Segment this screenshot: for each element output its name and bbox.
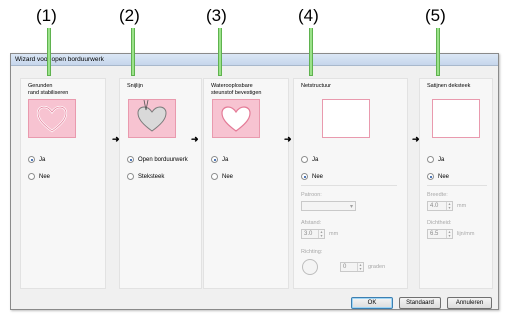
richting-label: Richting: [301,249,323,255]
standaard-button[interactable]: Standaard [399,297,441,309]
preview-image [28,99,76,138]
panel-net-structure: Netstructuur Ja Nee Patroon: ▾ Afstand: … [293,78,408,289]
arrow-right-icon: ➜ [191,134,199,144]
radio-button[interactable] [211,156,218,163]
panel-edge-stabilize: Gerunden rand stabiliseren Ja Nee [20,78,106,289]
radio-steksteek[interactable]: Steksteek [127,172,164,181]
panel-cut-line: Snijlijn Open borduurwerk Steksteek [119,78,202,289]
radio-button[interactable] [127,173,134,180]
preview-image [432,99,480,138]
panel-title: Waterooplosbare steunstof bevestigen [211,83,262,96]
direction-dial[interactable] [302,259,318,275]
callout-1: (1) [36,6,57,25]
radio-open-borduurwerk[interactable]: Open borduurwerk [127,155,188,164]
panel-title: Satijnen deksteek [427,83,471,89]
afstand-label: Afstand: [301,220,322,226]
preview-image [322,99,370,138]
callout-5: (5) [425,6,446,25]
radio-button[interactable] [211,173,218,180]
dichtheid-unit: lijn/mm [457,231,475,237]
radio-button[interactable] [301,173,308,180]
heart-icon [221,106,251,132]
chevron-down-icon: ▾ [349,204,353,210]
panel-water-soluble: Waterooplosbare steunstof bevestigen Ja … [203,78,289,289]
annuleren-button[interactable]: Annuleren [447,297,492,309]
callout-line [131,28,135,76]
richting-stepper[interactable]: 0 ▲ ▼ [340,262,364,272]
ok-button[interactable]: OK [351,297,393,309]
radio-ja[interactable]: Ja [211,155,228,164]
spin-arrows-icon[interactable]: ▲ ▼ [357,263,363,271]
spin-arrows-icon[interactable]: ▲ ▼ [446,202,452,210]
heart-icon [36,105,68,133]
afstand-unit: mm [329,231,339,237]
dichtheid-label: Dichtheid: [427,220,452,226]
callout-line [47,28,51,76]
afstand-stepper[interactable]: 3.0 ▲ ▼ [301,229,325,239]
radio-button[interactable] [427,173,434,180]
callout-line [309,28,313,76]
patroon-dropdown[interactable]: ▾ [301,201,356,211]
callout-line [218,28,222,76]
breedte-label: Breedte: [427,192,448,198]
spin-arrows-icon[interactable]: ▲ ▼ [446,230,452,238]
radio-ja[interactable]: Ja [427,155,444,164]
radio-button[interactable] [427,156,434,163]
wizard-window: Wizard voor open borduurwerk Gerunden ra… [10,53,499,310]
arrow-right-icon: ➜ [284,134,292,144]
dichtheid-stepper[interactable]: 6.5 ▲ ▼ [427,229,453,239]
divider [427,185,487,186]
heart-cut-icon [137,100,167,132]
richting-unit: graden [368,264,386,270]
radio-nee[interactable]: Nee [211,172,233,181]
radio-nee[interactable]: Nee [427,172,449,181]
preview-image [212,99,260,138]
radio-button[interactable] [301,156,308,163]
radio-button[interactable] [28,173,35,180]
panel-title: Netstructuur [301,83,331,89]
breedte-stepper[interactable]: 4.0 ▲ ▼ [427,201,453,211]
radio-nee[interactable]: Nee [28,172,50,181]
callout-line [436,28,440,76]
callout-2: (2) [119,6,140,25]
breedte-unit: mm [457,203,467,209]
callout-4: (4) [298,6,319,25]
radio-nee[interactable]: Nee [301,172,323,181]
radio-ja[interactable]: Ja [28,155,45,164]
radio-button[interactable] [28,156,35,163]
title-bar: Wizard voor open borduurwerk [11,54,498,66]
radio-ja[interactable]: Ja [301,155,318,164]
panel-title: Snijlijn [127,83,143,89]
window-title: Wizard voor open borduurwerk [15,56,104,63]
spin-arrows-icon[interactable]: ▲ ▼ [318,230,324,238]
divider [301,185,397,186]
patroon-label: Patroon: [301,192,322,198]
callout-3: (3) [206,6,227,25]
preview-image [128,99,176,138]
panel-title: Gerunden rand stabiliseren [28,83,69,96]
radio-button[interactable] [127,156,134,163]
panel-satin-cover: Satijnen deksteek Ja Nee Breedte: 4.0 ▲ ▼… [419,78,493,289]
